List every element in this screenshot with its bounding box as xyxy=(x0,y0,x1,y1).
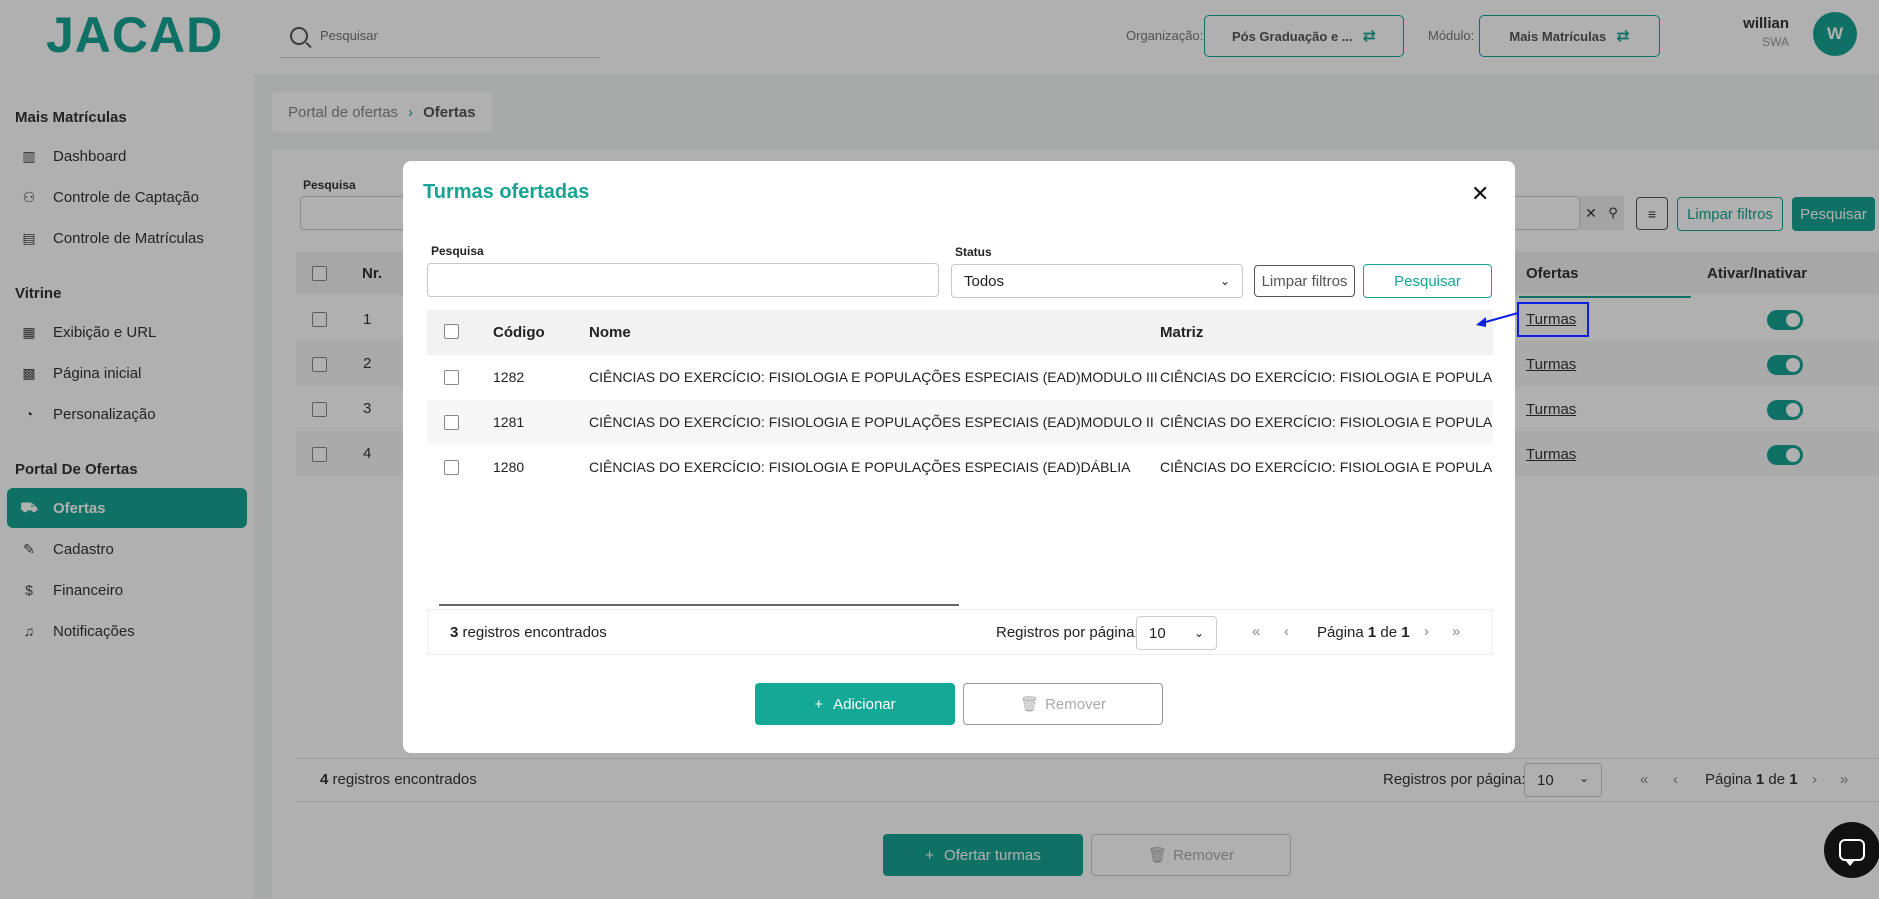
cell-matriz: CIÊNCIAS DO EXERCÍCIO: FISIOLOGIA E POPU… xyxy=(1160,459,1493,475)
cell-codigo: 1282 xyxy=(493,369,525,385)
remove-button-label: Remover xyxy=(1045,695,1106,713)
next-page-icon[interactable]: › xyxy=(1424,623,1429,640)
modal-rows-per-page-value: 10 xyxy=(1149,624,1166,642)
modal-status-select[interactable]: Todos ⌄ xyxy=(951,264,1243,298)
page-of-label: de xyxy=(1376,624,1402,641)
modal-select-all-checkbox[interactable] xyxy=(444,324,459,339)
horizontal-scrollbar[interactable] xyxy=(439,604,959,606)
modal-table-header xyxy=(427,310,1493,355)
modal-rows-per-page-label: Registros por página: xyxy=(996,624,1139,641)
modal-status-label: Status xyxy=(955,245,992,259)
turmas-ofertadas-modal: Turmas ofertadas ✕ Pesquisa Status Todos… xyxy=(403,161,1515,753)
column-header-nome: Nome xyxy=(589,324,631,341)
table-row[interactable]: 1280 CIÊNCIAS DO EXERCÍCIO: FISIOLOGIA E… xyxy=(427,445,1493,490)
close-icon[interactable]: ✕ xyxy=(1471,181,1489,207)
row-checkbox[interactable] xyxy=(444,415,459,430)
column-header-matriz: Matriz xyxy=(1160,324,1204,341)
page-total-number: 1 xyxy=(1401,624,1410,641)
table-row[interactable]: 1282 CIÊNCIAS DO EXERCÍCIO: FISIOLOGIA E… xyxy=(427,355,1493,400)
modal-records-count-text: registros encontrados xyxy=(458,624,607,641)
chat-icon xyxy=(1839,839,1865,866)
modal-clear-filters-button[interactable]: Limpar filtros xyxy=(1254,265,1355,297)
first-page-icon[interactable]: « xyxy=(1252,623,1260,640)
cell-nome: CIÊNCIAS DO EXERCÍCIO: FISIOLOGIA E POPU… xyxy=(589,369,1158,385)
remove-button[interactable]: 🗑 Remover xyxy=(963,683,1163,725)
annotation-arrow-icon xyxy=(1476,312,1519,327)
last-page-icon[interactable]: » xyxy=(1452,623,1460,640)
cell-codigo: 1281 xyxy=(493,414,525,430)
add-button[interactable]: + Adicionar xyxy=(755,683,955,725)
modal-rows-per-page-select[interactable]: 10 ⌄ xyxy=(1136,616,1217,650)
trash-icon: 🗑 xyxy=(1020,696,1040,713)
page-current-number: 1 xyxy=(1367,624,1377,641)
modal-search-input[interactable] xyxy=(427,263,939,297)
add-button-label: Adicionar xyxy=(833,695,896,713)
chat-button[interactable] xyxy=(1824,822,1879,878)
page-label: Página xyxy=(1317,624,1368,641)
column-header-codigo: Código xyxy=(493,324,545,341)
chevron-down-icon: ⌄ xyxy=(1193,626,1204,640)
annotation-highlight-box xyxy=(1517,302,1589,337)
cell-matriz: CIÊNCIAS DO EXERCÍCIO: FISIOLOGIA E POPU… xyxy=(1160,369,1493,385)
table-row[interactable]: 1281 CIÊNCIAS DO EXERCÍCIO: FISIOLOGIA E… xyxy=(427,400,1493,445)
cell-nome: CIÊNCIAS DO EXERCÍCIO: FISIOLOGIA E POPU… xyxy=(589,414,1154,430)
chevron-down-icon: ⌄ xyxy=(1219,274,1230,288)
cell-matriz: CIÊNCIAS DO EXERCÍCIO: FISIOLOGIA E POPU… xyxy=(1160,414,1493,430)
modal-pagination-text: Página 1 de 1 xyxy=(1317,624,1410,641)
prev-page-icon[interactable]: ‹ xyxy=(1284,623,1289,640)
modal-search-label: Pesquisa xyxy=(431,244,484,258)
cell-codigo: 1280 xyxy=(493,459,525,475)
row-checkbox[interactable] xyxy=(444,370,459,385)
modal-records-count: 3 registros encontrados xyxy=(450,624,607,641)
modal-status-value: Todos xyxy=(964,272,1005,290)
cell-nome: CIÊNCIAS DO EXERCÍCIO: FISIOLOGIA E POPU… xyxy=(589,459,1131,475)
row-checkbox[interactable] xyxy=(444,460,459,475)
plus-icon: + xyxy=(814,695,824,713)
modal-title: Turmas ofertadas xyxy=(423,181,590,203)
modal-search-button[interactable]: Pesquisar xyxy=(1363,264,1492,298)
